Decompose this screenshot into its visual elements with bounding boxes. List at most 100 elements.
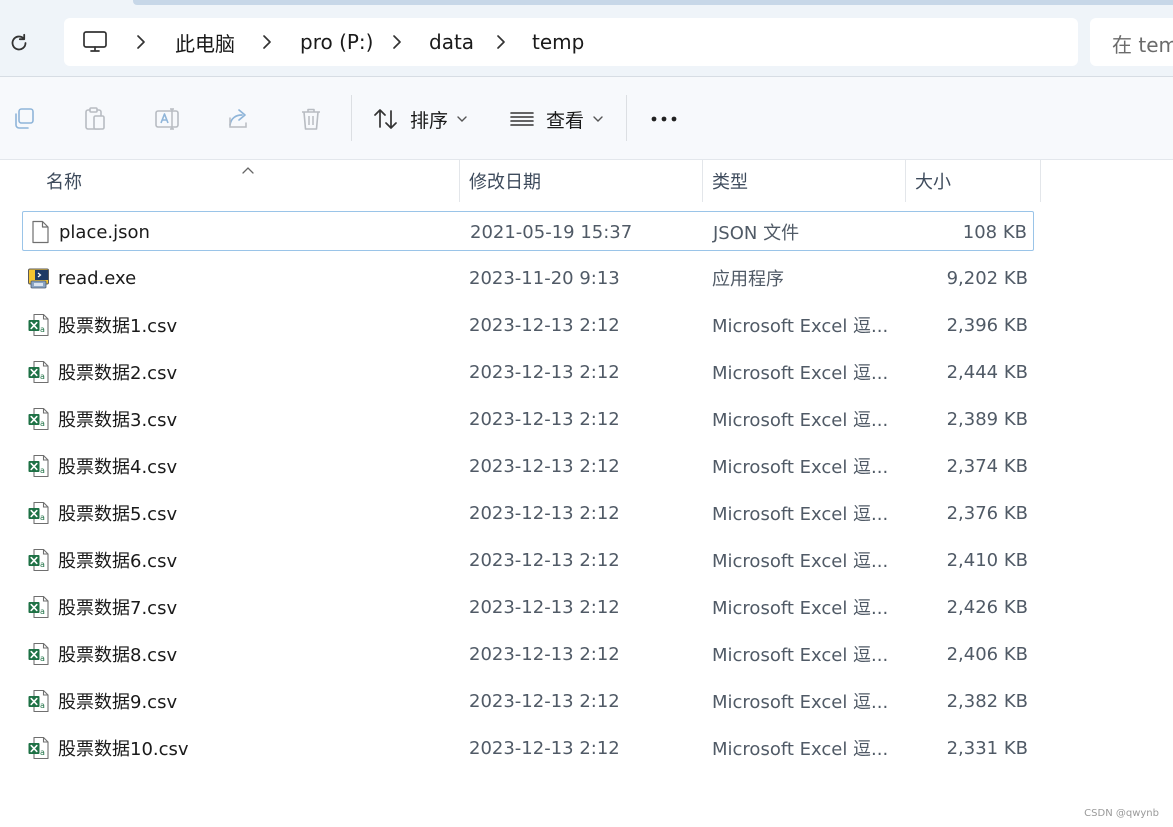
search-input[interactable]: 在 temp 中搜索 bbox=[1090, 18, 1173, 66]
more-options-button[interactable] bbox=[648, 105, 680, 133]
toolbar-divider bbox=[351, 95, 352, 141]
file-name: place.json bbox=[59, 221, 150, 243]
file-name: 股票数据6.csv bbox=[58, 551, 178, 572]
column-header-name[interactable]: 名称 bbox=[46, 160, 82, 202]
view-menu-button[interactable]: 查看 bbox=[508, 97, 604, 141]
excel-file-icon: a bbox=[27, 595, 51, 619]
file-type: Microsoft Excel 逗... bbox=[712, 363, 889, 384]
file-modified-date: 2023-12-13 2:12 bbox=[469, 502, 620, 524]
file-row[interactable]: a 股票数据8.csv 2023-12-13 2:12 Microsoft Excel… bbox=[22, 634, 1034, 674]
refresh-button[interactable] bbox=[6, 30, 32, 56]
excel-file-icon: a bbox=[27, 736, 51, 760]
refresh-icon bbox=[11, 33, 27, 51]
column-header-date[interactable]: 修改日期 bbox=[469, 160, 541, 202]
file-row[interactable]: a 股票数据4.csv 2023-12-13 2:12 Microsoft Excel… bbox=[22, 446, 1034, 486]
share-button[interactable] bbox=[221, 101, 257, 137]
file-type: Microsoft Excel 逗... bbox=[712, 739, 889, 760]
breadcrumb-item-temp[interactable]: temp bbox=[532, 18, 584, 66]
file-row[interactable]: a 股票数据6.csv 2023-12-13 2:12 Microsoft Excel… bbox=[22, 540, 1034, 580]
excel-file-icon: a bbox=[27, 313, 51, 337]
sort-menu-button[interactable]: 排序 bbox=[372, 97, 468, 141]
file-type: Microsoft Excel 逗... bbox=[712, 316, 889, 337]
file-size: 2,389 KB bbox=[946, 408, 1028, 430]
excel-file-icon: a bbox=[27, 501, 51, 525]
paste-button[interactable] bbox=[77, 101, 113, 137]
svg-text:a: a bbox=[40, 607, 45, 616]
file-size: 2,331 KB bbox=[946, 737, 1028, 759]
delete-button[interactable] bbox=[293, 101, 329, 137]
file-name: 股票数据8.csv bbox=[58, 645, 178, 666]
svg-text:a: a bbox=[40, 513, 45, 522]
json-file-icon bbox=[28, 220, 52, 244]
file-size: 2,396 KB bbox=[946, 314, 1028, 336]
address-bar-area: 此电脑 pro (P:) data temp 在 temp 中搜索 bbox=[0, 0, 1173, 77]
file-size: 2,406 KB bbox=[946, 643, 1028, 665]
file-size: 2,426 KB bbox=[946, 596, 1028, 618]
svg-text:a: a bbox=[40, 325, 45, 334]
breadcrumb-item-drive[interactable]: pro (P:) bbox=[300, 18, 373, 66]
file-row[interactable]: a 股票数据3.csv 2023-12-13 2:12 Microsoft Excel… bbox=[22, 399, 1034, 439]
excel-file-icon: a bbox=[27, 407, 51, 431]
file-row[interactable]: a 股票数据1.csv 2023-12-13 2:12 Microsoft Excel… bbox=[22, 305, 1034, 345]
breadcrumb-chevron-icon[interactable] bbox=[260, 18, 274, 66]
file-size: 108 KB bbox=[962, 221, 1027, 243]
rename-icon bbox=[155, 108, 179, 130]
sort-label: 排序 bbox=[410, 109, 449, 132]
column-divider[interactable] bbox=[702, 160, 703, 202]
file-row[interactable]: a 股票数据2.csv 2023-12-13 2:12 Microsoft Excel… bbox=[22, 352, 1034, 392]
svg-text:a: a bbox=[40, 419, 45, 428]
file-modified-date: 2023-12-13 2:12 bbox=[469, 361, 620, 383]
file-name: 股票数据5.csv bbox=[58, 504, 178, 525]
file-type: Microsoft Excel 逗... bbox=[712, 410, 889, 431]
copy-icon bbox=[15, 108, 34, 129]
paste-icon bbox=[85, 107, 105, 130]
file-row[interactable]: a 股票数据9.csv 2023-12-13 2:12 Microsoft Excel… bbox=[22, 681, 1034, 721]
file-row[interactable]: read.exe 2023-11-20 9:13 应用程序 9,202 KB bbox=[22, 258, 1034, 298]
share-icon bbox=[229, 109, 247, 128]
file-row[interactable]: place.json 2021-05-19 15:37 JSON 文件 108 KB bbox=[22, 211, 1034, 251]
file-modified-date: 2021-05-19 15:37 bbox=[470, 221, 633, 243]
column-divider[interactable] bbox=[459, 160, 460, 202]
sort-icon bbox=[374, 109, 397, 129]
excel-file-icon: a bbox=[27, 689, 51, 713]
file-row[interactable]: a 股票数据7.csv 2023-12-13 2:12 Microsoft Excel… bbox=[22, 587, 1034, 627]
excel-file-icon: a bbox=[27, 454, 51, 478]
column-header-type[interactable]: 类型 bbox=[712, 160, 748, 202]
breadcrumb-item-this-pc[interactable]: 此电脑 bbox=[175, 18, 235, 66]
file-row[interactable]: a 股票数据5.csv 2023-12-13 2:12 Microsoft Excel… bbox=[22, 493, 1034, 533]
chevron-down-icon bbox=[593, 116, 603, 122]
copy-button[interactable] bbox=[5, 101, 41, 137]
breadcrumb-item-data[interactable]: data bbox=[429, 18, 474, 66]
file-size: 2,382 KB bbox=[946, 690, 1028, 712]
file-name: 股票数据3.csv bbox=[58, 410, 178, 431]
file-name: read.exe bbox=[58, 267, 137, 289]
breadcrumb[interactable]: 此电脑 pro (P:) data temp bbox=[64, 18, 1078, 66]
watermark: CSDN @qwynb bbox=[1084, 808, 1159, 819]
view-list-icon bbox=[510, 112, 534, 126]
exe-file-icon bbox=[27, 266, 51, 290]
file-type: Microsoft Excel 逗... bbox=[712, 692, 889, 713]
file-modified-date: 2023-12-13 2:12 bbox=[469, 690, 620, 712]
file-modified-date: 2023-11-20 9:13 bbox=[469, 267, 620, 289]
breadcrumb-chevron-icon[interactable] bbox=[390, 18, 404, 66]
column-header-size[interactable]: 大小 bbox=[915, 160, 951, 202]
column-divider[interactable] bbox=[1040, 160, 1041, 202]
file-type: Microsoft Excel 逗... bbox=[712, 551, 889, 572]
file-name: 股票数据2.csv bbox=[58, 363, 178, 384]
file-name: 股票数据10.csv bbox=[58, 739, 189, 760]
file-modified-date: 2023-12-13 2:12 bbox=[469, 549, 620, 571]
this-pc-button[interactable] bbox=[82, 18, 108, 66]
search-placeholder: 在 temp 中搜索 bbox=[1112, 33, 1173, 57]
excel-file-icon: a bbox=[27, 548, 51, 572]
excel-file-icon: a bbox=[27, 360, 51, 384]
file-modified-date: 2023-12-13 2:12 bbox=[469, 455, 620, 477]
file-row[interactable]: a 股票数据10.csv 2023-12-13 2:12 Microsoft Exce… bbox=[22, 728, 1034, 768]
breadcrumb-chevron-icon[interactable] bbox=[494, 18, 508, 66]
column-divider[interactable] bbox=[905, 160, 906, 202]
file-type: Microsoft Excel 逗... bbox=[712, 504, 889, 525]
file-size: 2,374 KB bbox=[946, 455, 1028, 477]
breadcrumb-chevron-icon[interactable] bbox=[134, 18, 148, 66]
rename-button[interactable] bbox=[149, 101, 185, 137]
window-top-accent bbox=[133, 0, 1173, 5]
file-modified-date: 2023-12-13 2:12 bbox=[469, 643, 620, 665]
